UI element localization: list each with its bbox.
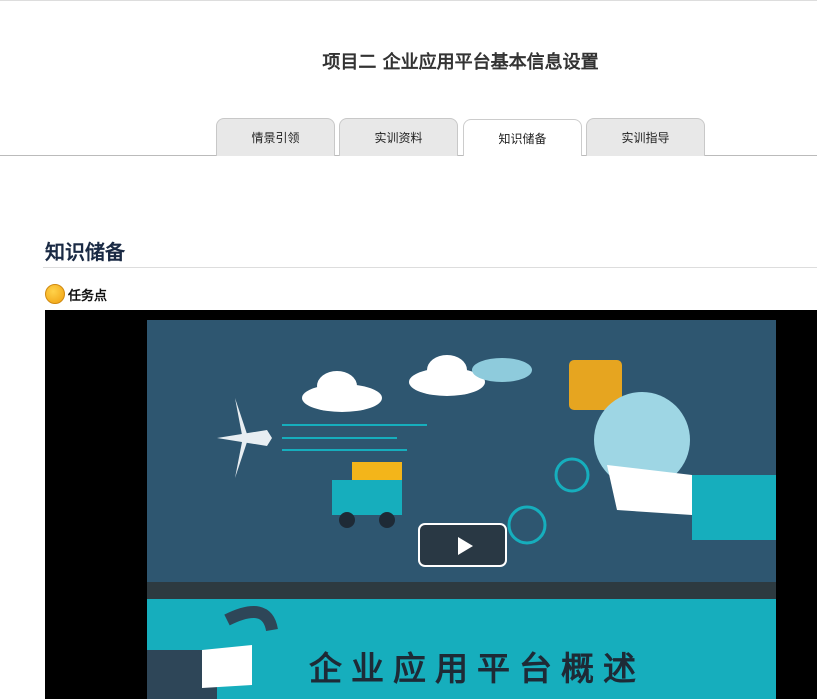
tab-training-materials[interactable]: 实训资料 (339, 118, 458, 156)
section-heading: 知识储备 (45, 240, 125, 264)
page-title: 项目二 企业应用平台基本信息设置 (322, 52, 599, 73)
task-label: 任务点 (68, 288, 108, 304)
video-player[interactable]: 企业应用平台概述 (45, 310, 817, 699)
play-button[interactable] (418, 523, 507, 567)
video-title: 企业应用平台概述 (309, 649, 645, 688)
tab-scenario[interactable]: 情景引领 (216, 118, 335, 156)
tab-training-guide[interactable]: 实训指导 (586, 118, 705, 156)
tab-knowledge[interactable]: 知识储备 (463, 119, 582, 156)
section-divider (43, 267, 817, 268)
video-frame: 企业应用平台概述 (147, 320, 776, 699)
task-dot-icon (45, 284, 65, 304)
task-point: 任务点 (45, 284, 107, 304)
top-divider (0, 0, 817, 1)
